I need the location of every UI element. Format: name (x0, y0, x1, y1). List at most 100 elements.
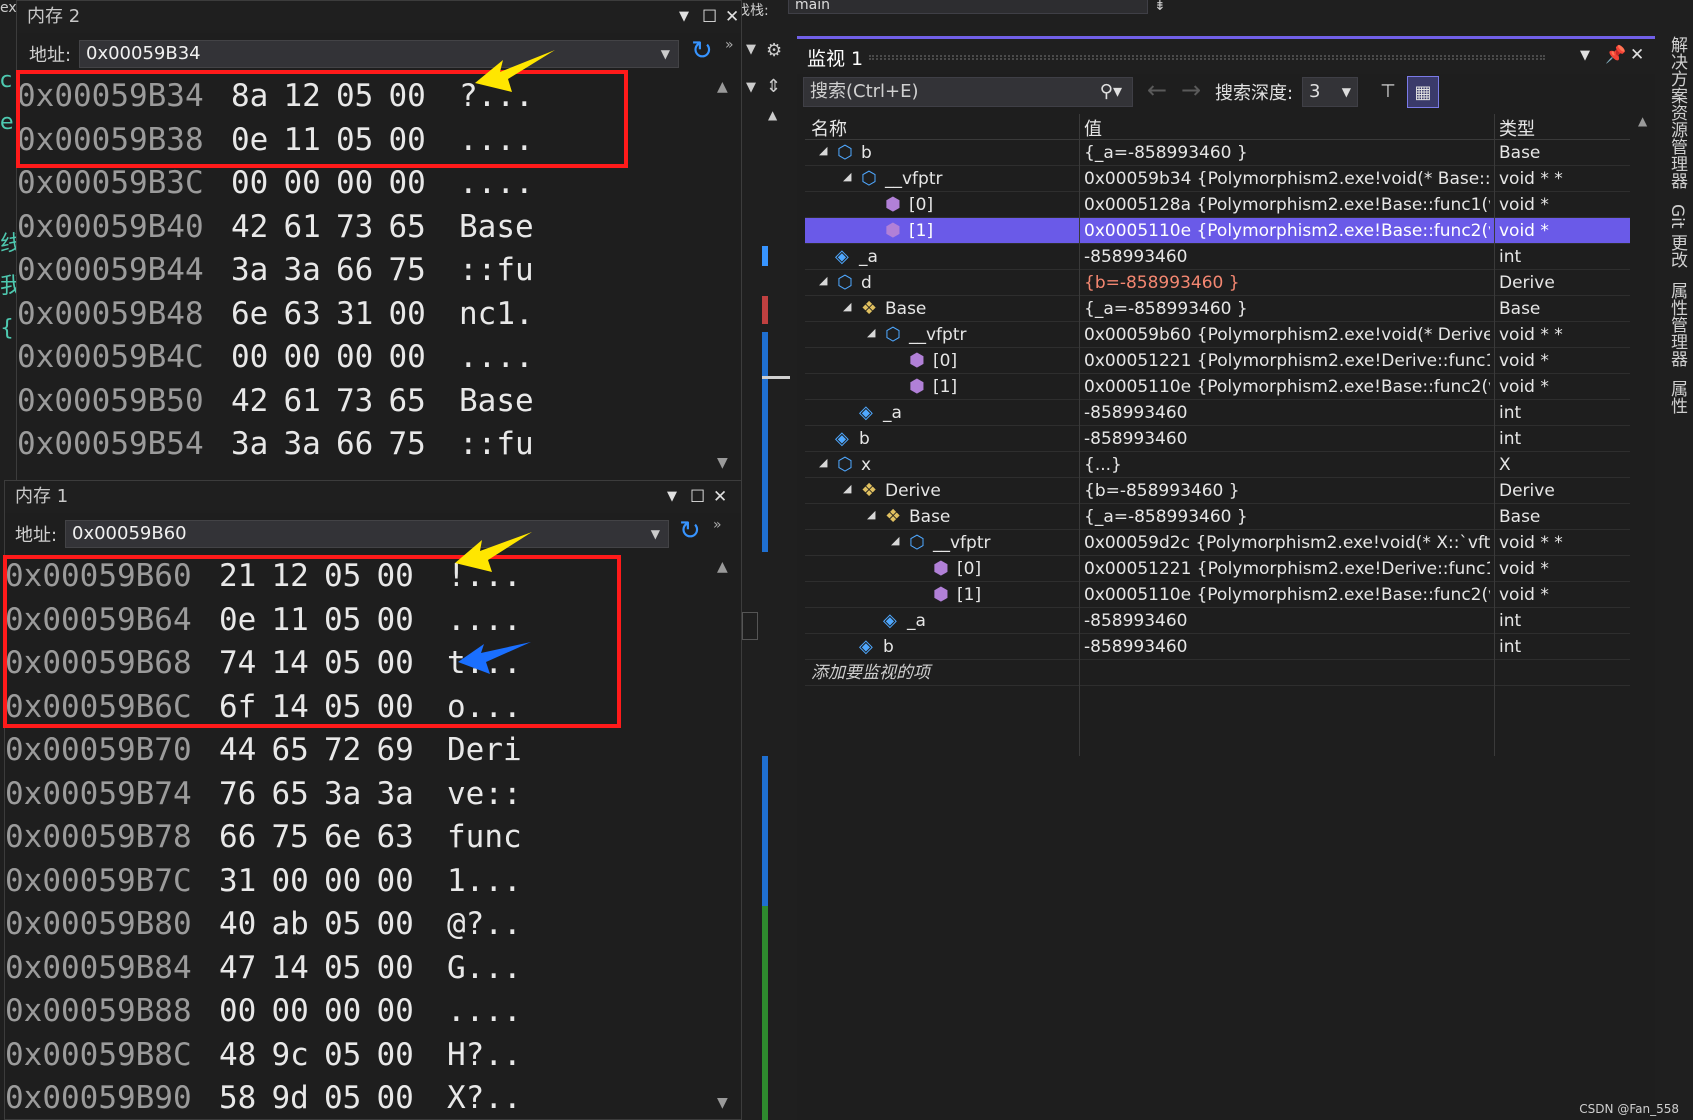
gear-icon[interactable]: ⚙ (766, 40, 782, 61)
memory-row[interactable]: 0x00059B70 44 65 72 69 Deri (5, 729, 711, 773)
watch-row[interactable]: ◈ b -858993460 int (805, 634, 1630, 660)
watch-name-cell[interactable]: ⬢ [1] (805, 374, 1075, 400)
chevron-down-icon[interactable]: ▼ (651, 521, 660, 547)
watch-value-cell[interactable]: 0x0005110e {Polymorphism2.exe!Base::func… (1080, 582, 1490, 608)
watch-name-cell[interactable]: ⬢ [0] (805, 556, 1075, 582)
memory-byte[interactable]: 9d (272, 1077, 309, 1120)
close-icon[interactable]: ✕ (1630, 45, 1644, 65)
watch-value-cell[interactable]: {_a=-858993460 } (1080, 140, 1490, 166)
memory-byte[interactable]: 6e (231, 293, 268, 337)
memory-byte[interactable]: 05 (336, 119, 373, 163)
memory-2-scrollbar[interactable]: ▲ ▼ (715, 75, 737, 479)
watch-row[interactable]: ⬢ [0] 0x00051221 {Polymorphism2.exe!Derive… (805, 556, 1630, 582)
pin-source-icon[interactable]: ⊤ (1372, 76, 1404, 108)
watch-value-cell[interactable]: 0x0005110e {Polymorphism2.exe!Base::func… (1080, 218, 1490, 244)
watch-value-cell[interactable]: {...} (1080, 452, 1490, 478)
memory-row[interactable]: 0x00059B8C 48 9c 05 00 H?.. (5, 1034, 711, 1078)
memory-byte[interactable]: 00 (284, 336, 321, 380)
watch-value-cell[interactable]: {_a=-858993460 } (1080, 296, 1490, 322)
memory-byte[interactable]: 63 (284, 293, 321, 337)
memory-row[interactable]: 0x00059B78 66 75 6e 63 func (5, 816, 711, 860)
column-value-header[interactable]: 值 (1084, 115, 1102, 141)
watch-row[interactable]: ◢ ⬡ __vfptr 0x00059b34 {Polymorphism2.exe!v… (805, 166, 1630, 192)
chevron-down-icon[interactable]: ▼ (1342, 78, 1351, 106)
watch-value-cell[interactable]: -858993460 (1080, 634, 1490, 660)
memory-byte[interactable]: 61 (284, 206, 321, 250)
expand-toggle-icon[interactable]: ◢ (843, 482, 851, 495)
watch-row[interactable]: ⬢ [1] 0x0005110e {Polymorphism2.exe!Base::… (805, 582, 1630, 608)
memory-byte[interactable]: 3a (284, 423, 321, 467)
memory-byte[interactable]: 42 (231, 206, 268, 250)
search-depth-select[interactable]: 3 ▼ (1302, 77, 1358, 107)
memory-byte[interactable]: 44 (219, 729, 256, 773)
watch-value-cell[interactable]: {_a=-858993460 } (1080, 504, 1490, 530)
memory-byte[interactable]: 69 (377, 729, 414, 773)
memory-byte[interactable]: 3a (324, 773, 361, 817)
expand-toggle-icon[interactable]: ◢ (819, 144, 827, 157)
memory-byte[interactable]: 72 (324, 729, 361, 773)
more-options-icon[interactable]: » (725, 37, 734, 53)
memory-byte[interactable]: 00 (377, 903, 414, 947)
watch-name-cell[interactable]: ⬢ [0] (805, 348, 1075, 374)
memory-byte[interactable]: 8a (231, 75, 268, 119)
memory-byte[interactable]: 73 (336, 380, 373, 424)
memory-row[interactable]: 0x00059B6C 6f 14 05 00 o... (5, 686, 711, 730)
maximize-icon[interactable]: ☐ (690, 481, 705, 513)
properties-tab[interactable]: 属性 (1665, 380, 1690, 414)
memory-byte[interactable]: 00 (389, 119, 426, 163)
watch-row[interactable]: ◈ _a -858993460 int (805, 608, 1630, 634)
memory-byte[interactable]: 05 (324, 947, 361, 991)
watch-name-cell[interactable]: ◈ b (805, 426, 1075, 452)
memory-byte[interactable]: 75 (389, 423, 426, 467)
memory-byte[interactable]: 00 (377, 642, 414, 686)
watch-row[interactable]: ◢ ❖ Derive {b=-858993460 } Derive (805, 478, 1630, 504)
memory-row[interactable]: 0x00059B34 8a 12 05 00?... (17, 75, 711, 119)
memory-byte[interactable]: 05 (336, 75, 373, 119)
memory-row[interactable]: 0x00059B84 47 14 05 00 G... (5, 947, 711, 991)
watch-name-cell[interactable]: ◈ b (805, 634, 1075, 660)
memory-byte[interactable]: 0e (231, 119, 268, 163)
column-type-header[interactable]: 类型 (1499, 115, 1535, 141)
memory-byte[interactable]: 11 (284, 119, 321, 163)
memory-byte[interactable]: 75 (389, 249, 426, 293)
watch-value-cell[interactable]: -858993460 (1080, 244, 1490, 270)
watch-name-cell[interactable]: ⬢ [0] (805, 192, 1075, 218)
dropdown-icon[interactable]: ▼ (679, 1, 689, 33)
watch-value-cell[interactable]: -858993460 (1080, 608, 1490, 634)
memory-row[interactable]: 0x00059B54 3a 3a 66 75::fu (17, 423, 711, 467)
memory-byte[interactable]: 0e (219, 599, 256, 643)
watch-value-cell[interactable]: 0x00059b34 {Polymorphism2.exe!void(* Bas… (1080, 166, 1490, 192)
refresh-icon[interactable]: ↻ (679, 516, 701, 546)
column-divider[interactable] (1079, 114, 1080, 756)
watch-row[interactable]: ◢ ⬡ d {b=-858993460 } Derive (805, 270, 1630, 296)
memory-row[interactable]: 0x00059B90 58 9d 05 00 X?.. (5, 1077, 711, 1120)
memory-byte[interactable]: 3a (377, 773, 414, 817)
memory-byte[interactable]: 00 (231, 162, 268, 206)
memory-byte[interactable]: 47 (219, 947, 256, 991)
watch-row[interactable]: ⬢ [1] 0x0005110e {Polymorphism2.exe!Base::… (805, 374, 1630, 400)
memory-byte[interactable]: 00 (377, 686, 414, 730)
memory-byte[interactable]: 00 (324, 860, 361, 904)
watch-row[interactable]: ◢ ❖ Base {_a=-858993460 } Base (805, 504, 1630, 530)
scroll-up-icon[interactable]: ▲ (1638, 114, 1647, 128)
memory-byte[interactable]: 00 (377, 599, 414, 643)
memory-byte[interactable]: 00 (324, 990, 361, 1034)
watch-name-cell[interactable]: ◈ _a (805, 244, 1075, 270)
memory-byte[interactable]: 3a (284, 249, 321, 293)
memory-byte[interactable]: 05 (324, 903, 361, 947)
watch-search-input[interactable]: 搜索(Ctrl+E) ⚲▾ (803, 77, 1133, 107)
memory-byte[interactable]: 00 (336, 162, 373, 206)
watch-value-cell[interactable]: {b=-858993460 } (1080, 478, 1490, 504)
expand-toggle-icon[interactable]: ◢ (891, 534, 899, 547)
memory-byte[interactable]: 3a (231, 423, 268, 467)
watch-row[interactable]: ⬢ [1] 0x0005110e {Polymorphism2.exe!Base::… (805, 218, 1630, 244)
watch-name-cell[interactable]: ◈ _a (805, 400, 1075, 426)
memory-byte[interactable]: 11 (272, 599, 309, 643)
watch-name-cell[interactable]: ◈ _a (805, 608, 1075, 634)
memory-byte[interactable]: 00 (219, 990, 256, 1034)
dropdown-icon[interactable]: ▼ (667, 481, 677, 513)
memory-byte[interactable]: 00 (272, 860, 309, 904)
memory-byte[interactable]: 21 (219, 555, 256, 599)
memory-byte[interactable]: 58 (219, 1077, 256, 1120)
memory-byte[interactable]: 6f (219, 686, 256, 730)
